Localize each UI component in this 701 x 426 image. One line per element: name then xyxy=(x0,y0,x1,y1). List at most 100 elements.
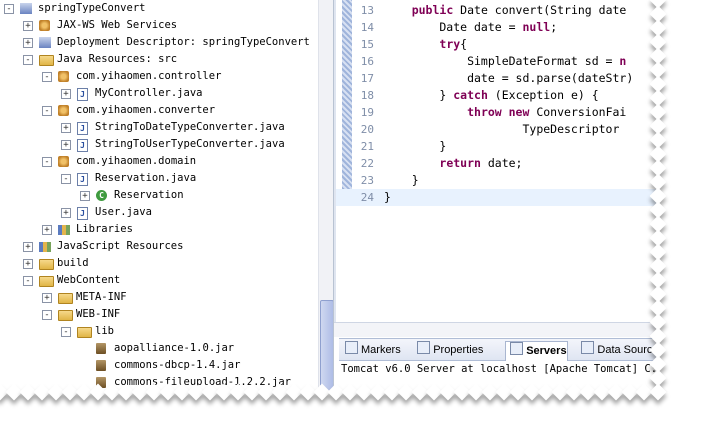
code-line[interactable]: 18 } catch (Exception e) { xyxy=(336,87,665,104)
tab-data-sourc[interactable]: Data Sourc xyxy=(577,341,652,360)
tree-item[interactable]: aopalliance-1.0.jar xyxy=(0,340,333,357)
tree-item[interactable]: - com.yihaomen.converter xyxy=(0,102,333,119)
line-number: 19 xyxy=(360,106,374,119)
tree-item[interactable]: + C Reservation xyxy=(0,187,333,204)
collapse-icon[interactable]: - xyxy=(42,72,52,82)
code-text: } catch (Exception e) { xyxy=(384,88,599,102)
tree-item[interactable]: + J StringToDateTypeConverter.java xyxy=(0,119,333,136)
tree-item-label: Reservation xyxy=(114,189,184,201)
collapse-icon[interactable]: - xyxy=(23,276,33,286)
tree-item-label: com.yihaomen.controller xyxy=(76,70,222,82)
code-text: SimpleDateFormat sd = n xyxy=(384,54,627,68)
tree-item[interactable]: + J MyController.java xyxy=(0,85,333,102)
package-icon xyxy=(58,156,69,167)
expand-icon[interactable]: + xyxy=(61,140,71,150)
class-icon: C xyxy=(96,190,107,201)
tree-item[interactable]: - Java Resources: src xyxy=(0,51,333,68)
tab-properties[interactable]: Properties xyxy=(413,341,483,360)
torn-edge-bottom xyxy=(0,383,701,426)
tree-item[interactable]: + META-INF xyxy=(0,289,333,306)
tree-item[interactable]: - WebContent xyxy=(0,272,333,289)
folder-icon xyxy=(58,310,73,321)
collapse-icon[interactable]: - xyxy=(42,157,52,167)
code-line[interactable]: 22 return date; xyxy=(336,155,665,172)
code-text: public Date convert(String date xyxy=(411,3,627,17)
line-number: 22 xyxy=(360,157,374,170)
tree-item[interactable]: + J StringToUserTypeConverter.java xyxy=(0,136,333,153)
expand-icon[interactable]: + xyxy=(23,242,33,252)
expand-icon[interactable]: + xyxy=(61,89,71,99)
tree-item[interactable]: + JAX-WS Web Services xyxy=(0,17,333,34)
current-code-line[interactable]: 24} xyxy=(336,189,665,206)
view-tab-bar: Markers Properties Servers Data Sourc xyxy=(339,339,665,361)
editor-horizontal-scrollbar[interactable] xyxy=(334,322,665,337)
line-number: 24 xyxy=(360,191,374,204)
java-file-icon: J xyxy=(77,173,88,186)
collapse-icon[interactable]: - xyxy=(4,4,14,14)
tree-scrollbar[interactable] xyxy=(318,0,333,398)
expand-icon[interactable]: + xyxy=(23,38,33,48)
code-line[interactable]: 17 date = sd.parse(dateStr) xyxy=(336,70,665,87)
tab-markers[interactable]: Markers xyxy=(341,341,401,360)
tree-item[interactable]: + JavaScript Resources xyxy=(0,238,333,255)
tab-label: Data Sourc xyxy=(597,344,653,356)
tree-item[interactable]: + build xyxy=(0,255,333,272)
tab-servers[interactable]: Servers xyxy=(505,341,568,361)
expand-icon[interactable]: + xyxy=(23,21,33,31)
code-editor[interactable]: 13 public Date convert(String date 14 Dat… xyxy=(334,0,665,336)
line-number: 16 xyxy=(360,55,374,68)
libraries-icon xyxy=(58,225,70,235)
tree-item-label: com.yihaomen.converter xyxy=(76,104,216,116)
code-line[interactable]: 21 } xyxy=(336,138,665,155)
project-explorer: - springTypeConvert + JAX-WS Web Services + D… xyxy=(0,0,334,398)
tree-item[interactable]: - J Reservation.java xyxy=(0,170,333,187)
code-line[interactable]: 20 TypeDescriptor xyxy=(336,121,665,138)
tree-item-label: build xyxy=(57,257,89,269)
tree-item[interactable]: - springTypeConvert xyxy=(0,0,333,17)
java-file-icon: J xyxy=(77,207,88,220)
collapse-icon[interactable]: - xyxy=(61,327,71,337)
expand-icon[interactable]: + xyxy=(61,123,71,133)
tree-item-label: commons-dbcp-1.4.jar xyxy=(114,359,241,371)
expand-icon[interactable]: + xyxy=(42,225,52,235)
expand-icon[interactable]: + xyxy=(23,259,33,269)
tree-item-label: springTypeConvert xyxy=(38,2,146,14)
window-screenshot: - springTypeConvert + JAX-WS Web Services + D… xyxy=(0,0,665,398)
tree-item-label: MyController.java xyxy=(95,87,203,99)
expand-icon[interactable]: + xyxy=(61,208,71,218)
tree-item-label: StringToUserTypeConverter.java xyxy=(95,138,285,150)
tree-item[interactable]: + Deployment Descriptor: springTypeConver… xyxy=(0,34,333,51)
collapse-icon[interactable]: - xyxy=(42,310,52,320)
deployment-descriptor-icon xyxy=(39,37,51,48)
code-line[interactable]: 23 } xyxy=(336,172,665,189)
code-line[interactable]: 13 public Date convert(String date xyxy=(336,2,665,19)
code-text: } xyxy=(384,173,419,187)
expand-icon[interactable]: + xyxy=(42,293,52,303)
code-line[interactable]: 15 try{ xyxy=(336,36,665,53)
java-file-icon: J xyxy=(77,88,88,101)
line-number: 20 xyxy=(360,123,374,136)
server-entry[interactable]: Tomcat v6.0 Server at localhost [Apache … xyxy=(341,363,665,375)
package-icon xyxy=(58,71,69,82)
code-line[interactable]: 14 Date date = null; xyxy=(336,19,665,36)
folder-icon xyxy=(77,327,92,338)
tree-item[interactable]: + J User.java xyxy=(0,204,333,221)
collapse-icon[interactable]: - xyxy=(42,106,52,116)
tree-item-label: JavaScript Resources xyxy=(57,240,184,252)
tree-item[interactable]: - WEB-INF xyxy=(0,306,333,323)
tree-item[interactable]: commons-dbcp-1.4.jar xyxy=(0,357,333,374)
code-line[interactable]: 16 SimpleDateFormat sd = n xyxy=(336,53,665,70)
code-line[interactable]: 19 throw new ConversionFai xyxy=(336,104,665,121)
collapse-icon[interactable]: - xyxy=(23,55,33,65)
jar-icon xyxy=(96,360,106,371)
tree-item[interactable]: + Libraries xyxy=(0,221,333,238)
folder-icon xyxy=(39,259,54,270)
tree-item[interactable]: - com.yihaomen.controller xyxy=(0,68,333,85)
folder-icon xyxy=(39,276,54,287)
code-text: TypeDescriptor xyxy=(384,122,620,136)
tree-item[interactable]: - com.yihaomen.domain xyxy=(0,153,333,170)
collapse-icon[interactable]: - xyxy=(61,174,71,184)
tree-item[interactable]: - lib xyxy=(0,323,333,340)
expand-icon[interactable]: + xyxy=(80,191,90,201)
properties-icon xyxy=(417,341,431,354)
